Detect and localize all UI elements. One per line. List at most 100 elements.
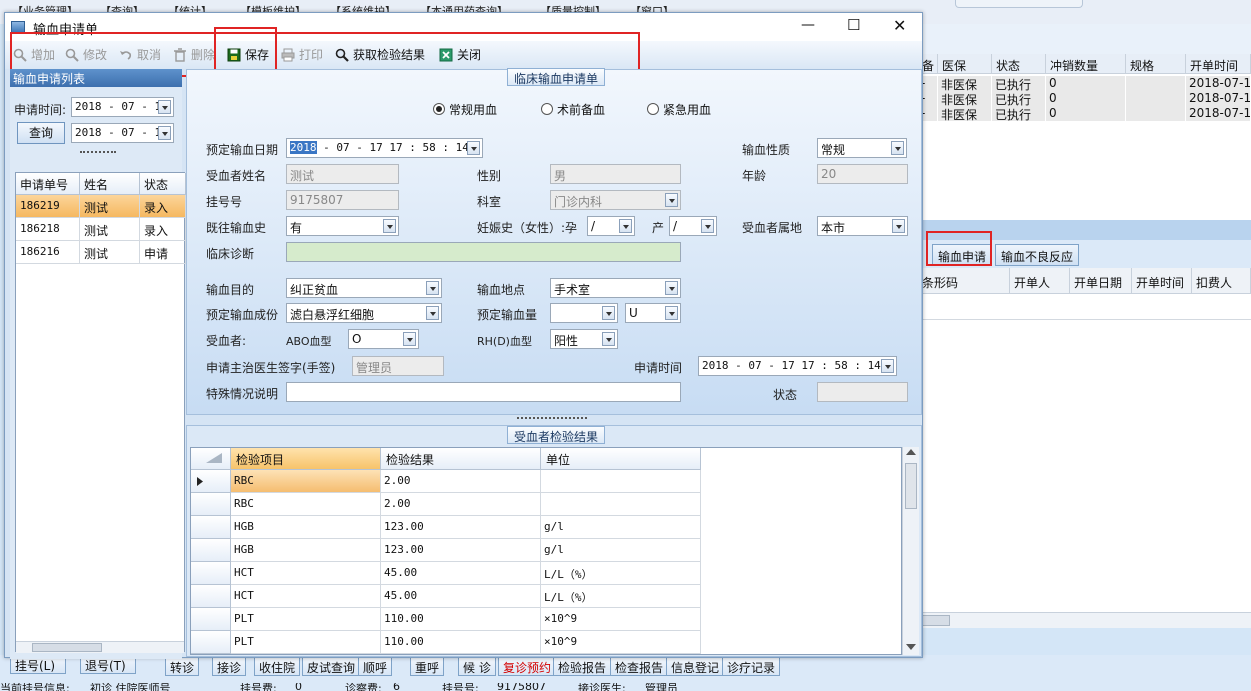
chevron-down-icon[interactable] (665, 306, 678, 320)
results-cell[interactable]: HCT (231, 562, 381, 585)
chevron-down-icon[interactable] (665, 281, 678, 295)
chevron-down-icon[interactable] (701, 219, 714, 233)
list-cell[interactable]: 申请 (140, 241, 186, 264)
abo-select[interactable]: O (348, 329, 419, 349)
bottom-action-button[interactable]: 诊疗记录 (722, 656, 781, 676)
planned-date-field[interactable]: 2018 - 07 - 17 17 : 58 : 14 (286, 138, 483, 158)
bottom-action-button[interactable]: 皮试查询 (302, 656, 361, 676)
doctor-field[interactable]: 管理员 (352, 356, 444, 376)
results-cell[interactable]: 2.00 (381, 493, 541, 516)
chevron-down-icon[interactable] (881, 359, 894, 373)
close-icon[interactable]: ✕ (893, 16, 906, 35)
list-cell[interactable]: 186219 (16, 195, 80, 218)
results-col-header[interactable]: 检验项目 (231, 448, 381, 470)
pregnancy-select[interactable]: / (587, 216, 635, 236)
history-select[interactable]: 有 (286, 216, 399, 236)
results-cell[interactable]: L/L（%） (541, 585, 701, 608)
radio-routine[interactable]: 常规用血 (433, 101, 497, 118)
results-cell[interactable]: HGB (231, 516, 381, 539)
bottom-action-button[interactable]: 接诊 (212, 656, 247, 676)
chevron-down-icon[interactable] (602, 306, 615, 320)
age-field[interactable]: 20 (817, 164, 908, 184)
region-select[interactable]: 本市 (817, 216, 908, 236)
list-cell[interactable]: 录入 (140, 218, 186, 241)
row-indicator[interactable] (191, 516, 231, 539)
bottom-action-button[interactable]: 检查报告 (610, 656, 669, 676)
results-cell[interactable] (541, 493, 701, 516)
scroll-thumb[interactable] (905, 463, 917, 509)
list-cell[interactable]: 186216 (16, 241, 80, 264)
lab-hscroll[interactable] (918, 612, 1251, 628)
results-cell[interactable]: 2.00 (381, 470, 541, 493)
bottom-action-button[interactable]: 候 诊 (458, 656, 496, 676)
scroll-up-icon[interactable] (906, 449, 916, 455)
birth-select[interactable]: / (669, 216, 717, 236)
list-col-header[interactable]: 申请单号 (16, 173, 80, 195)
state-field[interactable] (817, 382, 908, 402)
chevron-down-icon[interactable] (158, 126, 171, 140)
row-indicator[interactable] (191, 631, 231, 654)
bottom-action-button[interactable]: 顺呼 (358, 656, 393, 676)
row-indicator[interactable] (191, 470, 231, 493)
apply-time-field[interactable]: 2018 - 07 - 17 17 : 58 : 14 (698, 356, 897, 376)
results-col-header[interactable]: 检验结果 (381, 448, 541, 470)
results-cell[interactable]: 45.00 (381, 585, 541, 608)
results-cell[interactable]: 123.00 (381, 539, 541, 562)
list-col-header[interactable]: 状态 (140, 173, 186, 195)
scroll-down-icon[interactable] (906, 644, 916, 650)
row-indicator[interactable] (191, 585, 231, 608)
results-cell[interactable]: HCT (231, 585, 381, 608)
bottom-action-button[interactable]: 信息登记 (666, 656, 725, 676)
special-field[interactable] (286, 382, 681, 402)
chevron-down-icon[interactable] (665, 193, 678, 207)
bottom-action-button[interactable]: 转诊 (165, 656, 200, 676)
list-cell[interactable]: 测试 (80, 195, 140, 218)
form-splitter-grip[interactable] (517, 417, 587, 423)
amount-select[interactable] (550, 303, 618, 323)
list-cell[interactable]: 录入 (140, 195, 186, 218)
results-cell[interactable]: 110.00 (381, 608, 541, 631)
component-select[interactable]: 滤白悬浮红细胞 (286, 303, 442, 323)
results-cell[interactable]: ×10^9 (541, 631, 701, 654)
name-field[interactable]: 测试 (286, 164, 399, 184)
row-indicator[interactable] (191, 539, 231, 562)
chevron-down-icon[interactable] (467, 141, 480, 155)
chevron-down-icon[interactable] (403, 332, 416, 346)
rh-select[interactable]: 阳性 (550, 329, 618, 349)
results-cell[interactable] (541, 470, 701, 493)
radio-preop[interactable]: 术前备血 (541, 101, 605, 118)
nature-select[interactable]: 常规 (817, 138, 907, 158)
results-cell[interactable]: 110.00 (381, 631, 541, 654)
results-cell[interactable]: L/L（%） (541, 562, 701, 585)
list-cell[interactable]: 测试 (80, 241, 140, 264)
row-indicator[interactable] (191, 608, 231, 631)
amount-unit-select[interactable]: U (625, 303, 681, 323)
list-cell[interactable]: 186218 (16, 218, 80, 241)
bottom-action-button[interactable]: 复诊预约 (498, 656, 557, 676)
results-cell[interactable]: g/l (541, 539, 701, 562)
results-cell[interactable]: g/l (541, 516, 701, 539)
list-hscroll[interactable] (16, 641, 184, 653)
bottom-action-button[interactable]: 收住院 (254, 656, 301, 676)
dept-select[interactable]: 门诊内科 (550, 190, 681, 210)
chevron-down-icon[interactable] (619, 219, 632, 233)
results-cell[interactable]: HGB (231, 539, 381, 562)
chevron-down-icon[interactable] (426, 281, 439, 295)
chevron-down-icon[interactable] (383, 219, 396, 233)
list-cell[interactable]: 测试 (80, 218, 140, 241)
date-from-field[interactable]: 2018 - 07 - 10 (71, 97, 174, 117)
chevron-down-icon[interactable] (426, 306, 439, 320)
chevron-down-icon[interactable] (892, 219, 905, 233)
gender-field[interactable]: 男 (550, 164, 681, 184)
results-vscroll[interactable] (902, 447, 919, 655)
maximize-icon[interactable]: ☐ (847, 16, 860, 34)
purpose-select[interactable]: 纠正贫血 (286, 278, 442, 298)
bottom-action-button[interactable]: 重呼 (410, 656, 445, 676)
query-button[interactable]: 查询 (17, 122, 65, 144)
list-col-header[interactable]: 姓名 (80, 173, 140, 195)
row-indicator[interactable] (191, 493, 231, 516)
results-cell[interactable]: RBC (231, 470, 381, 493)
results-cell[interactable]: ×10^9 (541, 608, 701, 631)
adverse-reaction-button[interactable]: 输血不良反应 (995, 244, 1080, 266)
results-cell[interactable]: 123.00 (381, 516, 541, 539)
